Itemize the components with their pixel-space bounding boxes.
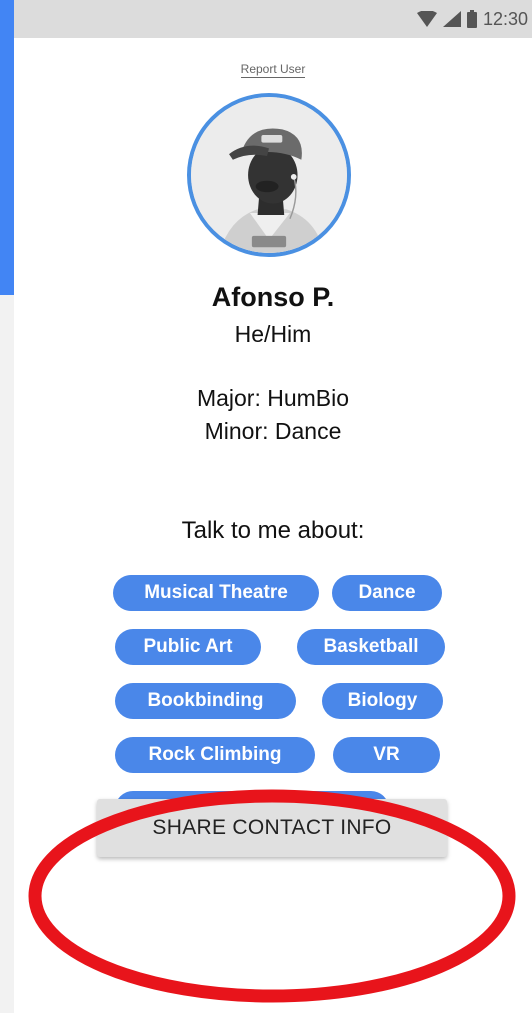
profile-photo [191,97,347,253]
status-bar: 12:30 [14,0,532,38]
status-time: 12:30 [482,8,528,29]
wifi-icon [416,11,437,27]
report-user-label: Report User [240,62,306,78]
status-icons: 12:30 [416,7,528,31]
interest-tag[interactable]: Biology [322,683,443,719]
profile-screen: 12:30 Report User Afonso P. He/Him Major… [14,0,532,1013]
background-app-panel [0,0,14,295]
battery-icon [466,10,477,28]
profile-pronouns: He/Him [234,321,312,347]
avatar [187,93,351,257]
report-user-link[interactable]: Report User [14,62,532,78]
interest-tag[interactable]: Rock Climbing [115,737,315,773]
profile-major: Major: HumBio [196,385,350,411]
profile-minor: Minor: Dance [204,418,342,444]
interest-tag[interactable]: Public Art [115,629,261,665]
interest-tag[interactable]: Dance [332,575,442,611]
interest-tag[interactable]: Musical Theatre [113,575,319,611]
talk-to-me-heading: Talk to me about: [181,517,365,544]
interest-tag[interactable]: Bookbinding [115,683,296,719]
interest-tag[interactable]: VR [333,737,440,773]
interest-tag[interactable]: Basketball [297,629,445,665]
cell-signal-icon [442,11,461,27]
share-contact-info-button[interactable]: SHARE CONTACT INFO [97,799,447,857]
profile-name: Afonso P. [211,282,335,312]
